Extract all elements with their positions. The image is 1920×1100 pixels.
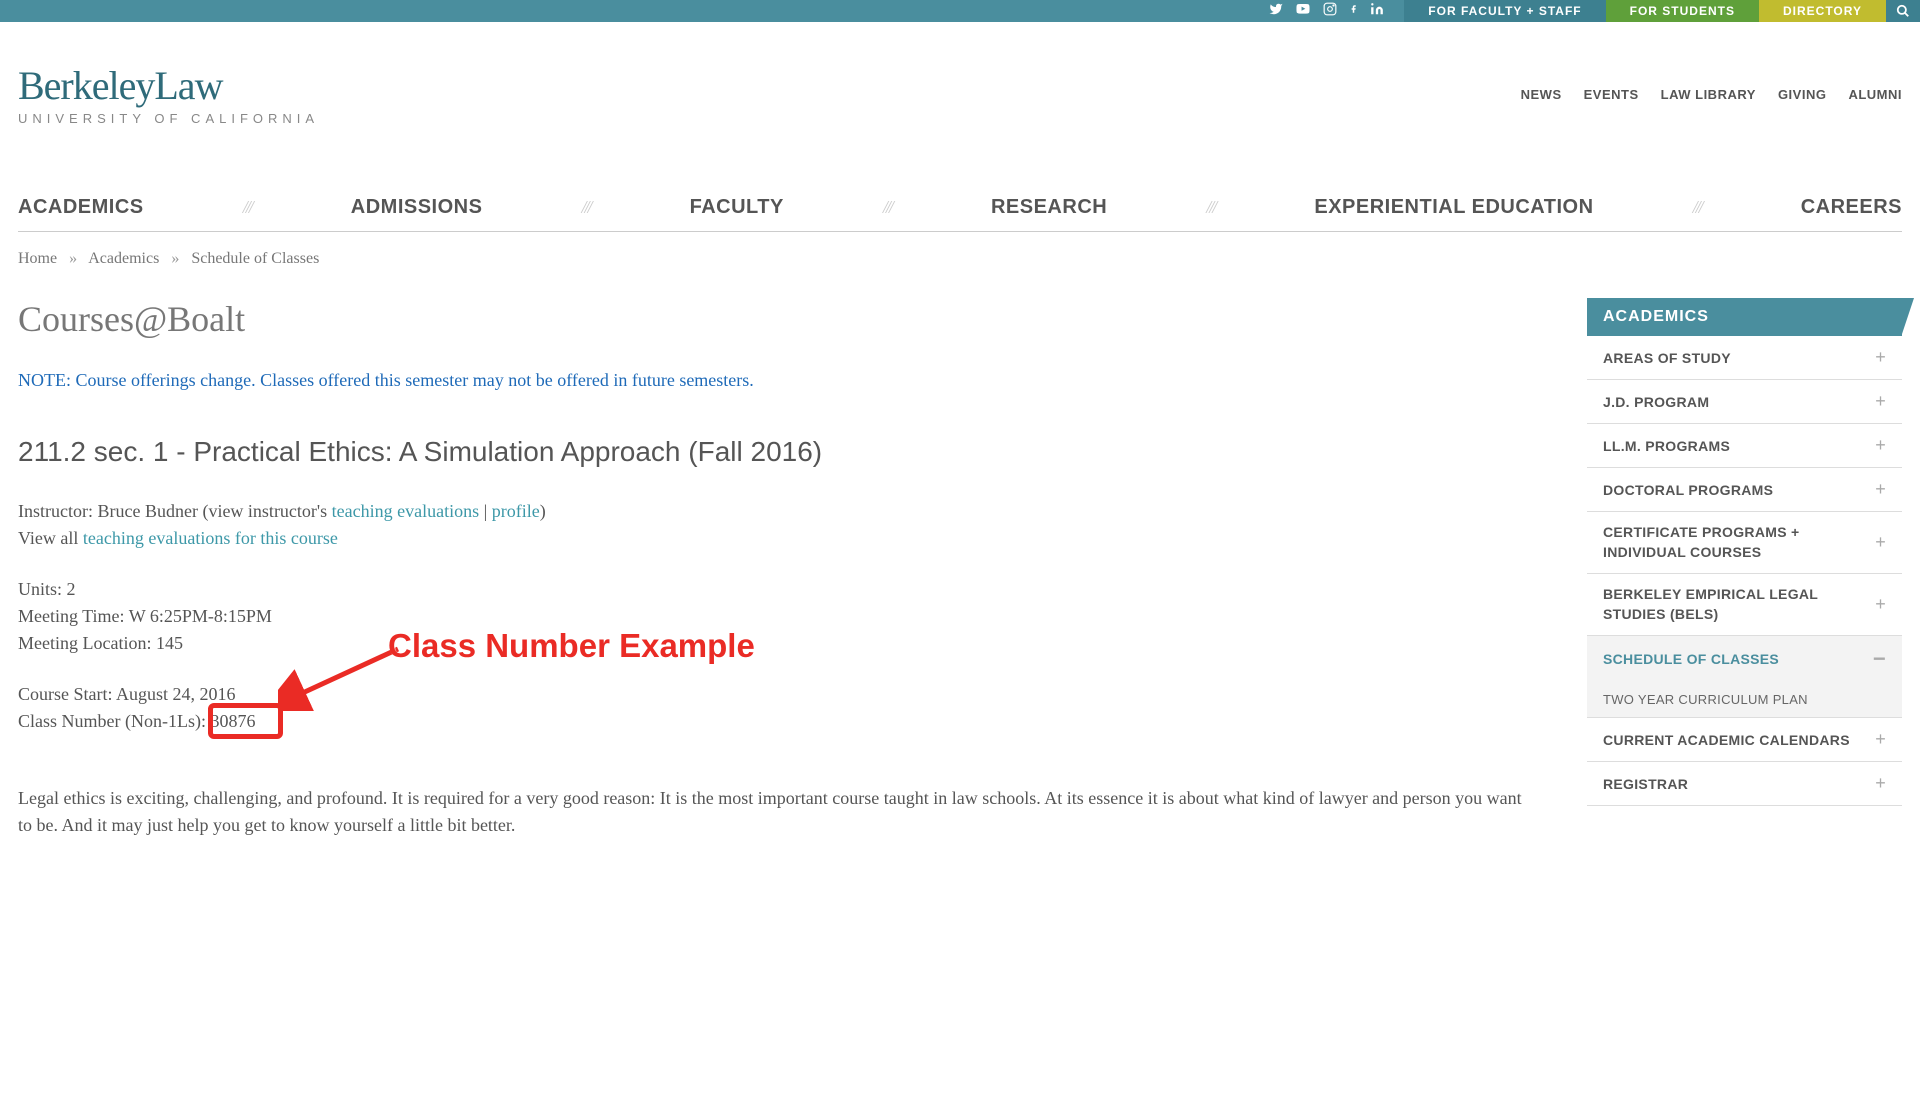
breadcrumb-academics[interactable]: Academics	[88, 250, 159, 267]
sidebar-item-schedule[interactable]: SCHEDULE OF CLASSES−	[1587, 636, 1902, 682]
nav-careers[interactable]: CAREERS	[1801, 196, 1902, 219]
sidebar-item-calendars[interactable]: CURRENT ACADEMIC CALENDARS+	[1587, 718, 1902, 762]
divider-icon: ///	[1693, 197, 1702, 218]
youtube-icon[interactable]	[1295, 2, 1311, 21]
nav-news[interactable]: NEWS	[1521, 87, 1562, 102]
sidebar-item-bels[interactable]: BERKELEY EMPIRICAL LEGAL STUDIES (BELS)+	[1587, 574, 1902, 636]
sidebar-item-jd[interactable]: J.D. PROGRAM+	[1587, 380, 1902, 424]
twitter-icon[interactable]	[1269, 2, 1283, 21]
page-title: Courses@Boalt	[18, 298, 1527, 340]
plus-icon: +	[1875, 729, 1886, 750]
tab-students[interactable]: FOR STUDENTS	[1606, 0, 1759, 22]
divider-icon: ///	[582, 197, 591, 218]
course-note: NOTE: Course offerings change. Classes o…	[18, 370, 1527, 391]
link-course-evaluations[interactable]: teaching evaluations for this course	[83, 528, 338, 548]
link-profile[interactable]: profile	[492, 501, 540, 521]
units: Units: 2	[18, 576, 1527, 603]
nav-faculty[interactable]: FACULTY	[690, 196, 784, 219]
instructor-block: Instructor: Bruce Budner (view instructo…	[18, 498, 1527, 552]
sidebar-item-doctoral[interactable]: DOCTORAL PROGRAMS+	[1587, 468, 1902, 512]
sidebar-item-registrar[interactable]: REGISTRAR+	[1587, 762, 1902, 806]
sidebar: ACADEMICS AREAS OF STUDY+ J.D. PROGRAM+ …	[1587, 298, 1902, 839]
nav-events[interactable]: EVENTS	[1584, 87, 1639, 102]
plus-icon: +	[1875, 435, 1886, 456]
plus-icon: +	[1875, 479, 1886, 500]
plus-icon: +	[1875, 773, 1886, 794]
plus-icon: +	[1875, 530, 1886, 555]
linkedin-icon[interactable]	[1370, 2, 1384, 21]
social-icons	[1269, 0, 1404, 22]
class-number-label: Class Number (Non-1Ls):	[18, 711, 210, 731]
plus-icon: +	[1875, 347, 1886, 368]
divider-icon: ///	[1206, 197, 1215, 218]
tab-directory[interactable]: DIRECTORY	[1759, 0, 1886, 22]
logo-main: BerkeleyLaw	[18, 62, 319, 109]
sidebar-item-llm[interactable]: LL.M. PROGRAMS+	[1587, 424, 1902, 468]
top-tabs: FOR FACULTY + STAFF FOR STUDENTS DIRECTO…	[1404, 0, 1920, 22]
top-nav: NEWS EVENTS LAW LIBRARY GIVING ALUMNI	[1521, 87, 1902, 102]
nav-experiential[interactable]: EXPERIENTIAL EDUCATION	[1314, 196, 1593, 219]
sidebar-subitem-curriculum[interactable]: TWO YEAR CURRICULUM PLAN	[1587, 682, 1902, 718]
divider-icon: ///	[883, 197, 892, 218]
breadcrumb-schedule[interactable]: Schedule of Classes	[191, 250, 319, 267]
logo-sub: UNIVERSITY OF CALIFORNIA	[18, 111, 319, 126]
nav-giving[interactable]: GIVING	[1778, 87, 1827, 102]
annotation-label: Class Number Example	[388, 621, 755, 671]
facebook-icon[interactable]	[1349, 2, 1358, 21]
plus-icon: +	[1875, 592, 1886, 617]
meeting-block: Units: 2 Meeting Time: W 6:25PM-8:15PM M…	[18, 576, 1527, 657]
class-number-block: Course Start: August 24, 2016 Class Numb…	[18, 681, 1527, 735]
sidebar-item-areas[interactable]: AREAS OF STUDY+	[1587, 336, 1902, 380]
breadcrumb-home[interactable]: Home	[18, 250, 57, 267]
instagram-icon[interactable]	[1323, 2, 1337, 21]
annotation-box	[208, 703, 283, 739]
top-bar: FOR FACULTY + STAFF FOR STUDENTS DIRECTO…	[0, 0, 1920, 22]
minus-icon: −	[1873, 646, 1886, 672]
course-body: Legal ethics is exciting, challenging, a…	[18, 785, 1527, 839]
meeting-time: Meeting Time: W 6:25PM-8:15PM	[18, 603, 1527, 630]
course-title: 211.2 sec. 1 - Practical Ethics: A Simul…	[18, 436, 1527, 468]
logo[interactable]: BerkeleyLaw UNIVERSITY OF CALIFORNIA	[18, 62, 319, 126]
plus-icon: +	[1875, 391, 1886, 412]
nav-admissions[interactable]: ADMISSIONS	[351, 196, 483, 219]
meeting-location: Meeting Location: 145	[18, 630, 1527, 657]
search-button[interactable]	[1886, 0, 1920, 22]
tab-faculty-staff[interactable]: FOR FACULTY + STAFF	[1404, 0, 1605, 22]
main-content: Courses@Boalt NOTE: Course offerings cha…	[18, 298, 1527, 839]
nav-academics[interactable]: ACADEMICS	[18, 196, 144, 219]
breadcrumb: Home » Academics » Schedule of Classes	[0, 232, 1920, 268]
link-teaching-evaluations[interactable]: teaching evaluations	[332, 501, 479, 521]
nav-research[interactable]: RESEARCH	[991, 196, 1107, 219]
nav-law-library[interactable]: LAW LIBRARY	[1661, 87, 1756, 102]
sidebar-header: ACADEMICS	[1587, 298, 1902, 336]
sidebar-item-certificate[interactable]: CERTIFICATE PROGRAMS + INDIVIDUAL COURSE…	[1587, 512, 1902, 574]
main-nav: ACADEMICS /// ADMISSIONS /// FACULTY ///…	[18, 196, 1902, 232]
header: BerkeleyLaw UNIVERSITY OF CALIFORNIA NEW…	[0, 22, 1920, 156]
nav-alumni[interactable]: ALUMNI	[1848, 87, 1902, 102]
divider-icon: ///	[243, 197, 252, 218]
